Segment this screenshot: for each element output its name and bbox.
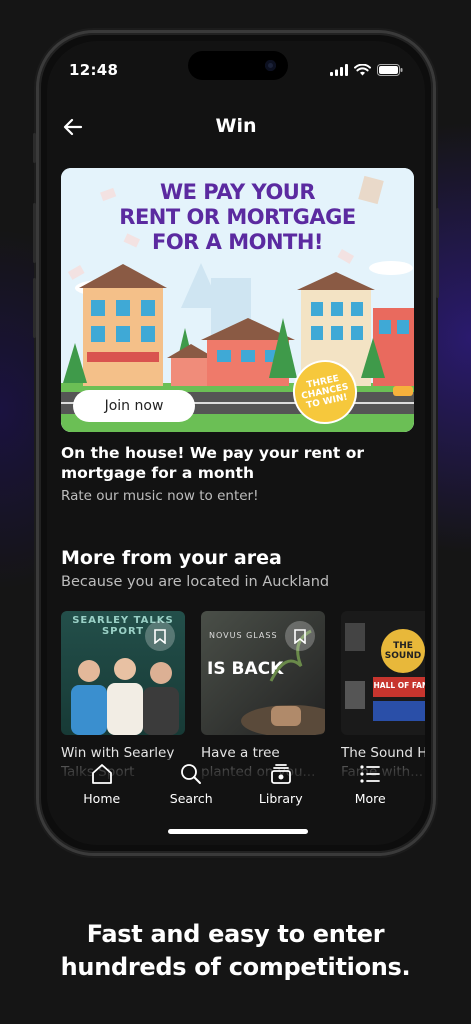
page-header: Win	[47, 107, 425, 147]
home-indicator	[168, 829, 308, 834]
promo-subtitle: Rate our music now to enter!	[61, 488, 259, 504]
competition-card[interactable]: THE SOUND HALL OF FAME The Sound Hall Of…	[341, 611, 425, 782]
competition-card[interactable]: SEARLEY TALKS SPORT Win with Searley Tal…	[61, 611, 185, 782]
tagline-line: hundreds of competitions.	[60, 953, 411, 981]
bookmark-icon	[294, 628, 306, 644]
promo-banner[interactable]: WE PAY YOUR RENT OR MORTGAGE FOR A MONTH…	[61, 168, 414, 432]
tab-label: More	[354, 791, 386, 806]
card-thumbnail: THE SOUND HALL OF FAME	[341, 611, 425, 735]
tab-bar: Home Search Library More	[47, 758, 425, 818]
volume-up-button	[33, 203, 36, 263]
tab-search[interactable]: Search	[151, 758, 231, 818]
tab-more[interactable]: More	[330, 758, 410, 818]
banner-headline: WE PAY YOUR RENT OR MORTGAGE FOR A MONTH…	[61, 180, 414, 255]
competition-card[interactable]: NOVUS GLASS IS BACK Have a tree planted …	[201, 611, 325, 782]
card-thumbnail: NOVUS GLASS IS BACK	[201, 611, 325, 735]
section-title: More from your area	[61, 547, 282, 569]
library-icon	[270, 764, 291, 784]
banner-headline-line: FOR A MONTH!	[151, 230, 324, 254]
thumbnail-text: HALL OF FAME	[373, 681, 425, 690]
bookmark-button[interactable]	[285, 621, 315, 651]
tagline-line: Fast and easy to enter	[86, 920, 385, 948]
home-icon	[91, 764, 112, 784]
status-bar: 12:48	[69, 59, 403, 81]
tab-library[interactable]: Library	[241, 758, 321, 818]
bookmark-button[interactable]	[145, 621, 175, 651]
join-now-button[interactable]: Join now	[73, 390, 195, 422]
volume-down-button	[33, 278, 36, 338]
tab-label: Library	[258, 791, 303, 806]
section-subtitle: Because you are located in Auckland	[61, 574, 330, 590]
side-button	[33, 133, 36, 163]
more-icon	[360, 765, 381, 783]
tab-label: Search	[169, 791, 213, 806]
banner-headline-line: WE PAY YOUR	[159, 180, 316, 204]
search-icon	[181, 764, 202, 784]
phone-frame: 12:48 Win WE PAY YOUR RENT OR MORTGAGE F…	[33, 30, 439, 856]
power-button	[436, 208, 439, 298]
marketing-tagline: Fast and easy to enter hundreds of compe…	[0, 918, 471, 984]
promo-title[interactable]: On the house! We pay your rent or mortga…	[61, 443, 401, 483]
cellular-signal-icon	[330, 64, 348, 76]
app-screen: 12:48 Win WE PAY YOUR RENT OR MORTGAGE F…	[47, 41, 425, 845]
card-thumbnail: SEARLEY TALKS SPORT	[61, 611, 185, 735]
bookmark-icon	[154, 628, 166, 644]
banner-headline-line: RENT OR MORTGAGE	[119, 205, 356, 229]
competition-cards: SEARLEY TALKS SPORT Win with Searley Tal…	[61, 611, 425, 782]
tab-label: Home	[83, 791, 121, 806]
status-time: 12:48	[69, 61, 119, 79]
thumbnail-kicker: THE SOUND	[384, 641, 422, 661]
tab-home[interactable]: Home	[62, 758, 142, 818]
page-title: Win	[215, 115, 257, 137]
battery-icon	[377, 64, 403, 76]
wifi-icon	[354, 64, 371, 76]
hall-of-fame-artwork	[345, 623, 425, 721]
